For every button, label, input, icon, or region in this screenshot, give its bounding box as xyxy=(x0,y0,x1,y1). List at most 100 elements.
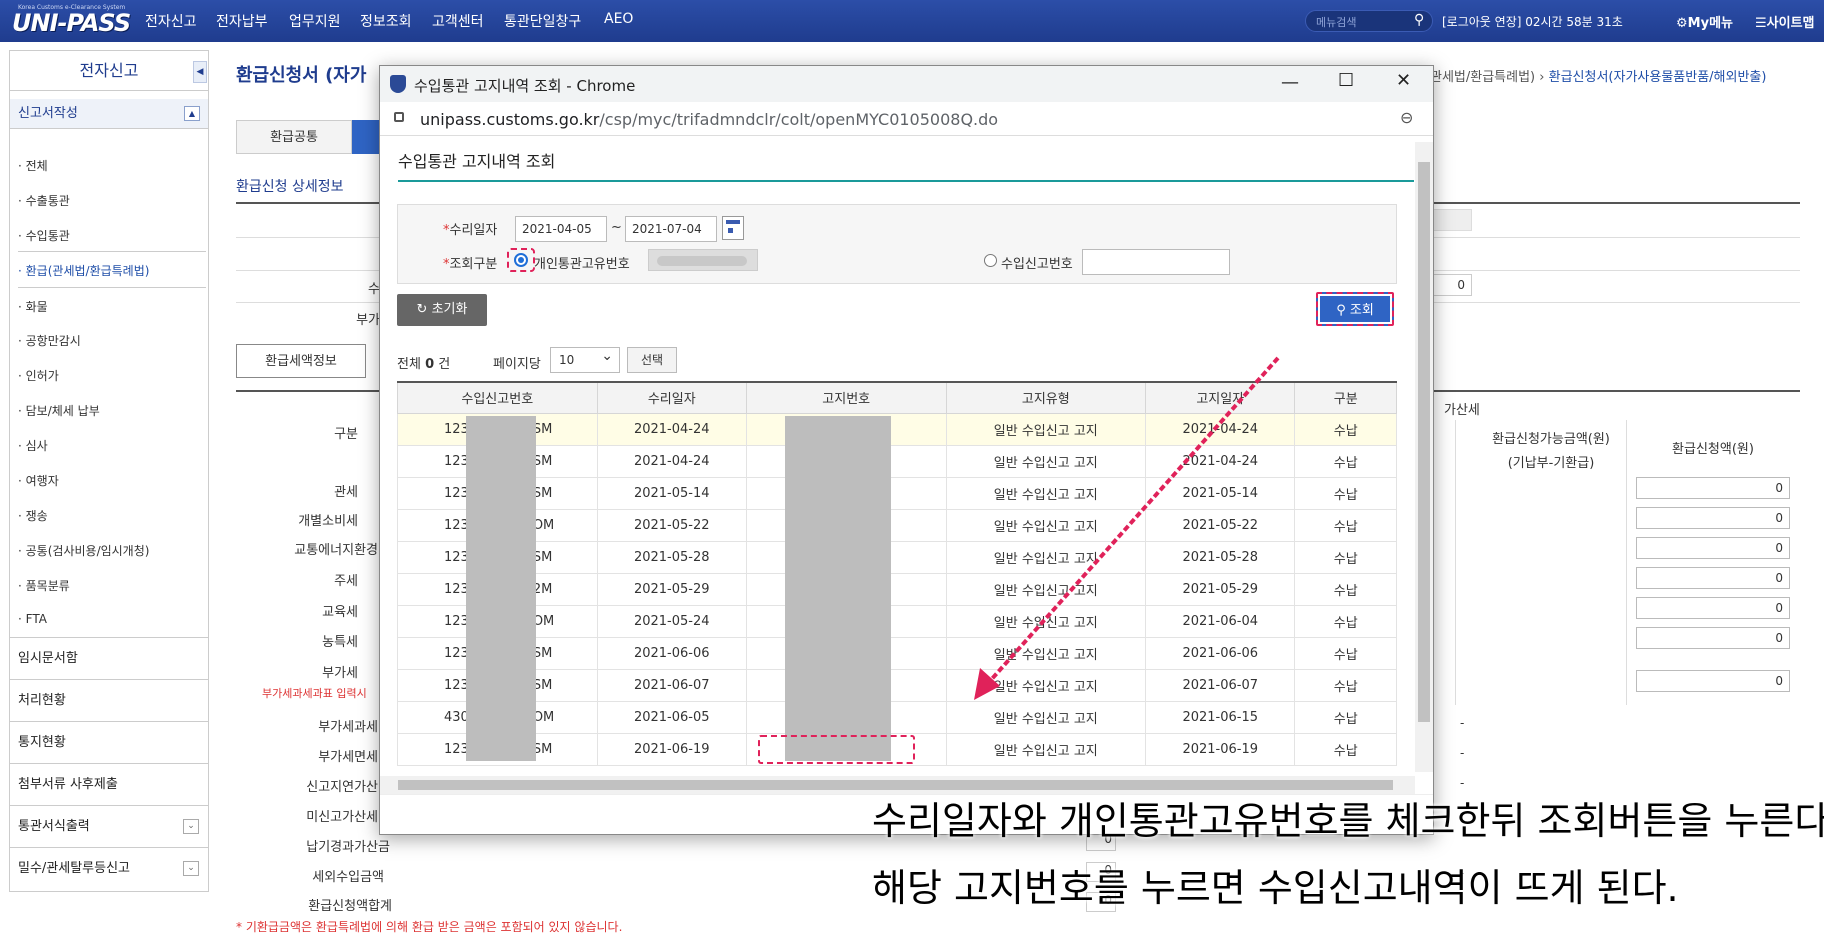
refund-amount-input[interactable]: 0 xyxy=(1636,537,1790,559)
redaction-mask xyxy=(785,416,891,761)
amount-field[interactable]: 0 xyxy=(1432,274,1472,296)
annotation-arrow xyxy=(974,356,1280,700)
sidebar-item-label: 담보/체세 납부 xyxy=(25,404,100,418)
scroll-thumb[interactable] xyxy=(1418,162,1430,722)
radio-personal-id[interactable] xyxy=(514,253,528,267)
reset-button[interactable]: ↻ 초기화 xyxy=(397,294,487,326)
nav-menu-6[interactable]: 통관단일창구 xyxy=(504,11,581,31)
column-header[interactable]: 수리일자 xyxy=(596,381,747,414)
empty-value: - xyxy=(1460,776,1465,790)
decl-number-suffix: OM xyxy=(532,517,555,533)
radio-import-decl-label[interactable]: 수입신고번호 xyxy=(1001,253,1073,272)
sidebar-item[interactable]: · 인허가 xyxy=(18,367,206,384)
address-bar[interactable]: unipass.customs.go.kr/csp/myc/trifadmndc… xyxy=(380,102,1433,136)
total-suffix: 건 xyxy=(438,357,451,372)
row-label: 미신고가산세 xyxy=(306,810,378,825)
annotation-caption: 해당 고지번호를 누르면 수입신고내역이 뜨게 된다. xyxy=(872,866,1679,910)
refund-amount-input[interactable]: 0 xyxy=(1636,567,1790,589)
tab-refund-common[interactable]: 환급공통 xyxy=(236,120,352,154)
breadcrumb-parent[interactable]: 관세법/환급특례법) xyxy=(1430,70,1535,85)
nav-menu-2[interactable]: 전자납부 xyxy=(216,11,268,31)
date-separator: ~ xyxy=(611,220,622,235)
close-icon[interactable]: ✕ xyxy=(1396,70,1411,91)
kind-cell: 수납 xyxy=(1294,412,1397,446)
search-icon[interactable]: ⚲ xyxy=(1414,12,1424,28)
sitemap-button[interactable]: ☰사이트맵 xyxy=(1755,12,1815,31)
sidebar-item[interactable]: · 전체 xyxy=(18,157,206,174)
personal-id-input[interactable] xyxy=(648,249,758,271)
field-label: 수 xyxy=(368,282,380,297)
sidebar-section[interactable]: 신고서작성 ▲ xyxy=(10,99,208,129)
search-placeholder: 메뉴검색 xyxy=(1316,16,1357,29)
my-menu-button[interactable]: ⚙My메뉴 xyxy=(1676,12,1733,31)
refund-amount-input[interactable]: 0 xyxy=(1636,597,1790,619)
shield-icon xyxy=(390,75,406,93)
sidebar-item-label: 전체 xyxy=(25,159,48,173)
accept-date-cell: 2021-06-19 xyxy=(596,732,747,766)
radio-import-decl[interactable] xyxy=(984,254,997,267)
calendar-icon[interactable] xyxy=(722,216,744,240)
window-titlebar[interactable]: 수입통관 고지내역 조회 - Chrome — ☐ ✕ xyxy=(380,66,1433,102)
import-decl-input[interactable] xyxy=(1082,249,1230,275)
accept-date-cell: 2021-04-24 xyxy=(596,444,747,478)
row-label: 개별소비세 xyxy=(298,514,358,529)
column-header[interactable]: 구분 xyxy=(1294,381,1397,414)
row-label: 주세 xyxy=(334,574,358,589)
unipass-logo[interactable]: UNI-PASS xyxy=(12,9,131,37)
date-to-input[interactable]: 2021-07-04 xyxy=(625,216,717,242)
accept-date-cell: 2021-05-22 xyxy=(596,508,747,542)
nav-menu-5[interactable]: 고객센터 xyxy=(432,11,484,31)
highlight-ring xyxy=(758,735,915,764)
date-label-text: 수리일자 xyxy=(449,223,498,238)
search-button[interactable]: ⚲ 조회 xyxy=(1316,292,1394,326)
select-button[interactable]: 선택 xyxy=(627,347,677,373)
per-page-select[interactable]: 10 xyxy=(550,344,620,373)
logout-extend-link[interactable]: [로그아웃 연장] 02시간 58분 31초 xyxy=(1442,13,1623,30)
nav-menu-4[interactable]: 정보조회 xyxy=(360,11,412,31)
accept-date-cell: 2021-05-29 xyxy=(596,572,747,606)
refund-amount-input[interactable]: 0 xyxy=(1636,670,1790,692)
scroll-thumb[interactable] xyxy=(398,780,1393,790)
minimize-icon[interactable]: — xyxy=(1281,72,1299,93)
lock-icon[interactable] xyxy=(394,112,404,122)
sidebar-item[interactable]: · 담보/체세 납부 xyxy=(18,402,206,419)
readonly-field xyxy=(1432,209,1472,231)
refund-amount-input[interactable]: 0 xyxy=(1636,477,1790,499)
query-type-label: *조회구분 xyxy=(443,253,497,272)
kind-cell: 수납 xyxy=(1294,476,1397,510)
menu-search-input[interactable]: 메뉴검색 ⚲ xyxy=(1305,10,1433,32)
search-icon: ⚲ xyxy=(1336,303,1350,318)
row-label: 세외수입금액 xyxy=(312,870,384,885)
sidebar-item-label: 인허가 xyxy=(25,369,59,383)
avail-header: 환급신청가능금액(원) xyxy=(1492,432,1610,447)
maximize-icon[interactable]: ☐ xyxy=(1338,70,1354,91)
sidebar-group[interactable]: 처리현황 xyxy=(10,679,208,721)
sidebar-item-label: 수입통관 xyxy=(25,229,70,243)
refund-amount-input[interactable]: 0 xyxy=(1636,507,1790,529)
date-from-input[interactable]: 2021-04-05 xyxy=(515,216,607,242)
refund-amount-input[interactable]: 0 xyxy=(1636,627,1790,649)
row-label: 교육세 xyxy=(322,605,358,620)
chevron-up-icon[interactable]: ▲ xyxy=(184,106,200,121)
row-label: 교통에너지환경 xyxy=(294,543,378,558)
empty-value: - xyxy=(1460,716,1465,730)
sidebar-item-label: 수출통관 xyxy=(25,194,70,208)
nav-menu-3[interactable]: 업무지원 xyxy=(289,11,341,31)
sidebar-item-label: 화물 xyxy=(25,300,48,314)
column-header[interactable]: 고지번호 xyxy=(745,381,947,414)
nav-menu-7[interactable]: AEO xyxy=(604,11,633,27)
column-header[interactable]: 수입신고번호 xyxy=(397,381,598,414)
zoom-icon[interactable]: ⊖ xyxy=(1400,108,1413,127)
kind-cell: 수납 xyxy=(1294,732,1397,766)
tab-refund-tax-info[interactable]: 환급세액정보 xyxy=(236,344,366,378)
sidebar-item[interactable]: · 수출통관 xyxy=(18,192,206,209)
vertical-scrollbar[interactable] xyxy=(1415,142,1433,772)
tab-active[interactable] xyxy=(352,120,382,154)
sidebar-group-label: 처리현황 xyxy=(18,693,66,708)
sidebar-item-label: 여행자 xyxy=(25,474,59,488)
sidebar-item[interactable]: · 수입통관 xyxy=(18,227,206,244)
sidebar-item[interactable]: · 공항만감시 xyxy=(18,332,206,349)
radio-personal-id-label[interactable]: 개인통관고유번호 xyxy=(534,253,630,272)
nav-menu-1[interactable]: 전자신고 xyxy=(145,11,197,31)
sidebar-collapse-button[interactable]: ◀ xyxy=(193,61,207,83)
